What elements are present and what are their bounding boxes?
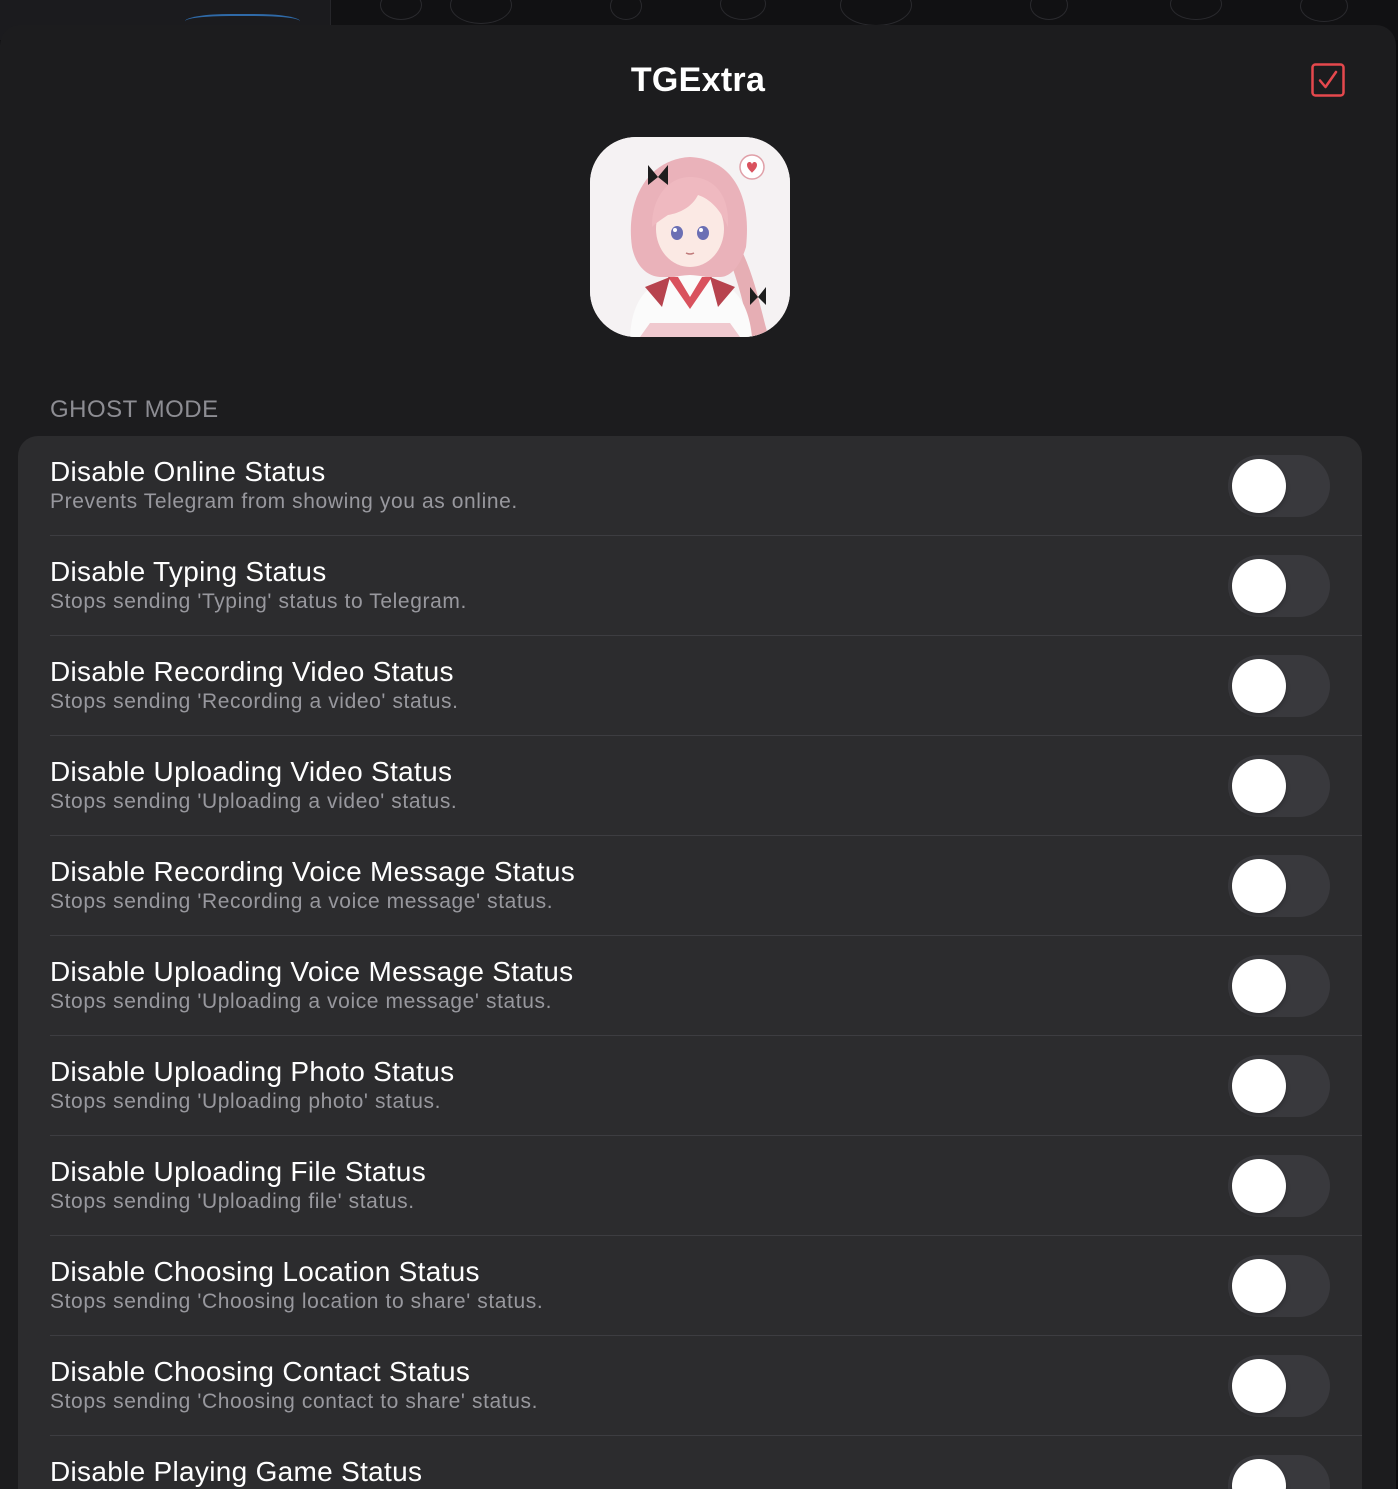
toggle-knob [1232,1259,1286,1313]
setting-row-choosing-contact-status[interactable]: Disable Choosing Contact Status Stops se… [18,1336,1362,1436]
settings-sheet: TGExtra GHOST MODE Disable Online Status… [0,25,1396,1489]
setting-label: Disable Uploading File Status [50,1156,427,1187]
setting-description: Stops sending 'Uploading a voice message… [50,990,553,1013]
setting-label: Disable Online Status [50,456,326,487]
setting-description: Stops sending 'Recording a voice message… [50,890,554,913]
setting-description: Stops sending 'Recording a video' status… [50,690,459,713]
toggle-switch[interactable] [1228,555,1330,617]
toggle-switch[interactable] [1228,655,1330,717]
app-icon [590,137,790,337]
toggle-switch[interactable] [1228,1355,1330,1417]
setting-label: Disable Playing Game Status [50,1456,423,1487]
toggle-knob [1232,1359,1286,1413]
setting-row-recording-video-status[interactable]: Disable Recording Video Status Stops sen… [18,636,1362,736]
setting-row-choosing-location-status[interactable]: Disable Choosing Location Status Stops s… [18,1236,1362,1336]
section-header-ghost-mode: GHOST MODE [50,396,219,423]
settings-group: Disable Online Status Prevents Telegram … [18,436,1362,1489]
setting-row-playing-game-status[interactable]: Disable Playing Game Status [18,1436,1362,1489]
setting-row-uploading-photo-status[interactable]: Disable Uploading Photo Status Stops sen… [18,1036,1362,1136]
setting-label: Disable Uploading Voice Message Status [50,956,574,987]
setting-description: Stops sending 'Uploading photo' status. [50,1090,442,1113]
toggle-switch[interactable] [1228,1255,1330,1317]
setting-row-typing-status[interactable]: Disable Typing Status Stops sending 'Typ… [18,536,1362,636]
toggle-knob [1232,459,1286,513]
toggle-switch[interactable] [1228,1055,1330,1117]
page-title: TGExtra [630,61,766,99]
toggle-switch[interactable] [1228,955,1330,1017]
setting-description: Prevents Telegram from showing you as on… [50,490,518,513]
toggle-knob [1232,1459,1286,1489]
setting-label: Disable Uploading Video Status [50,756,453,787]
setting-description: Stops sending 'Typing' status to Telegra… [50,590,467,613]
toggle-switch[interactable] [1228,855,1330,917]
toggle-knob [1232,1159,1286,1213]
toggle-knob [1232,959,1286,1013]
setting-label: Disable Recording Video Status [50,656,454,687]
setting-label: Disable Recording Voice Message Status [50,856,576,887]
setting-row-uploading-video-status[interactable]: Disable Uploading Video Status Stops sen… [18,736,1362,836]
setting-label: Disable Choosing Contact Status [50,1356,471,1387]
setting-row-online-status[interactable]: Disable Online Status Prevents Telegram … [18,436,1362,536]
setting-row-recording-voice-status[interactable]: Disable Recording Voice Message Status S… [18,836,1362,936]
done-button[interactable] [1311,63,1345,97]
toggle-knob [1232,859,1286,913]
setting-description: Stops sending 'Choosing contact to share… [50,1390,539,1413]
setting-description: Stops sending 'Choosing location to shar… [50,1290,544,1313]
setting-label: Disable Choosing Location Status [50,1256,480,1287]
setting-label: Disable Uploading Photo Status [50,1056,455,1087]
checkmark-square-icon [1311,63,1345,97]
setting-label: Disable Typing Status [50,556,327,587]
toggle-switch[interactable] [1228,1155,1330,1217]
setting-row-uploading-voice-status[interactable]: Disable Uploading Voice Message Status S… [18,936,1362,1036]
toggle-switch[interactable] [1228,455,1330,517]
toggle-switch[interactable] [1228,755,1330,817]
toggle-knob [1232,1059,1286,1113]
setting-description: Stops sending 'Uploading file' status. [50,1190,415,1213]
setting-description: Stops sending 'Uploading a video' status… [50,790,458,813]
toggle-knob [1232,559,1286,613]
setting-row-uploading-file-status[interactable]: Disable Uploading File Status Stops send… [18,1136,1362,1236]
toggle-knob [1232,759,1286,813]
toggle-knob [1232,659,1286,713]
toggle-switch[interactable] [1228,1455,1330,1489]
